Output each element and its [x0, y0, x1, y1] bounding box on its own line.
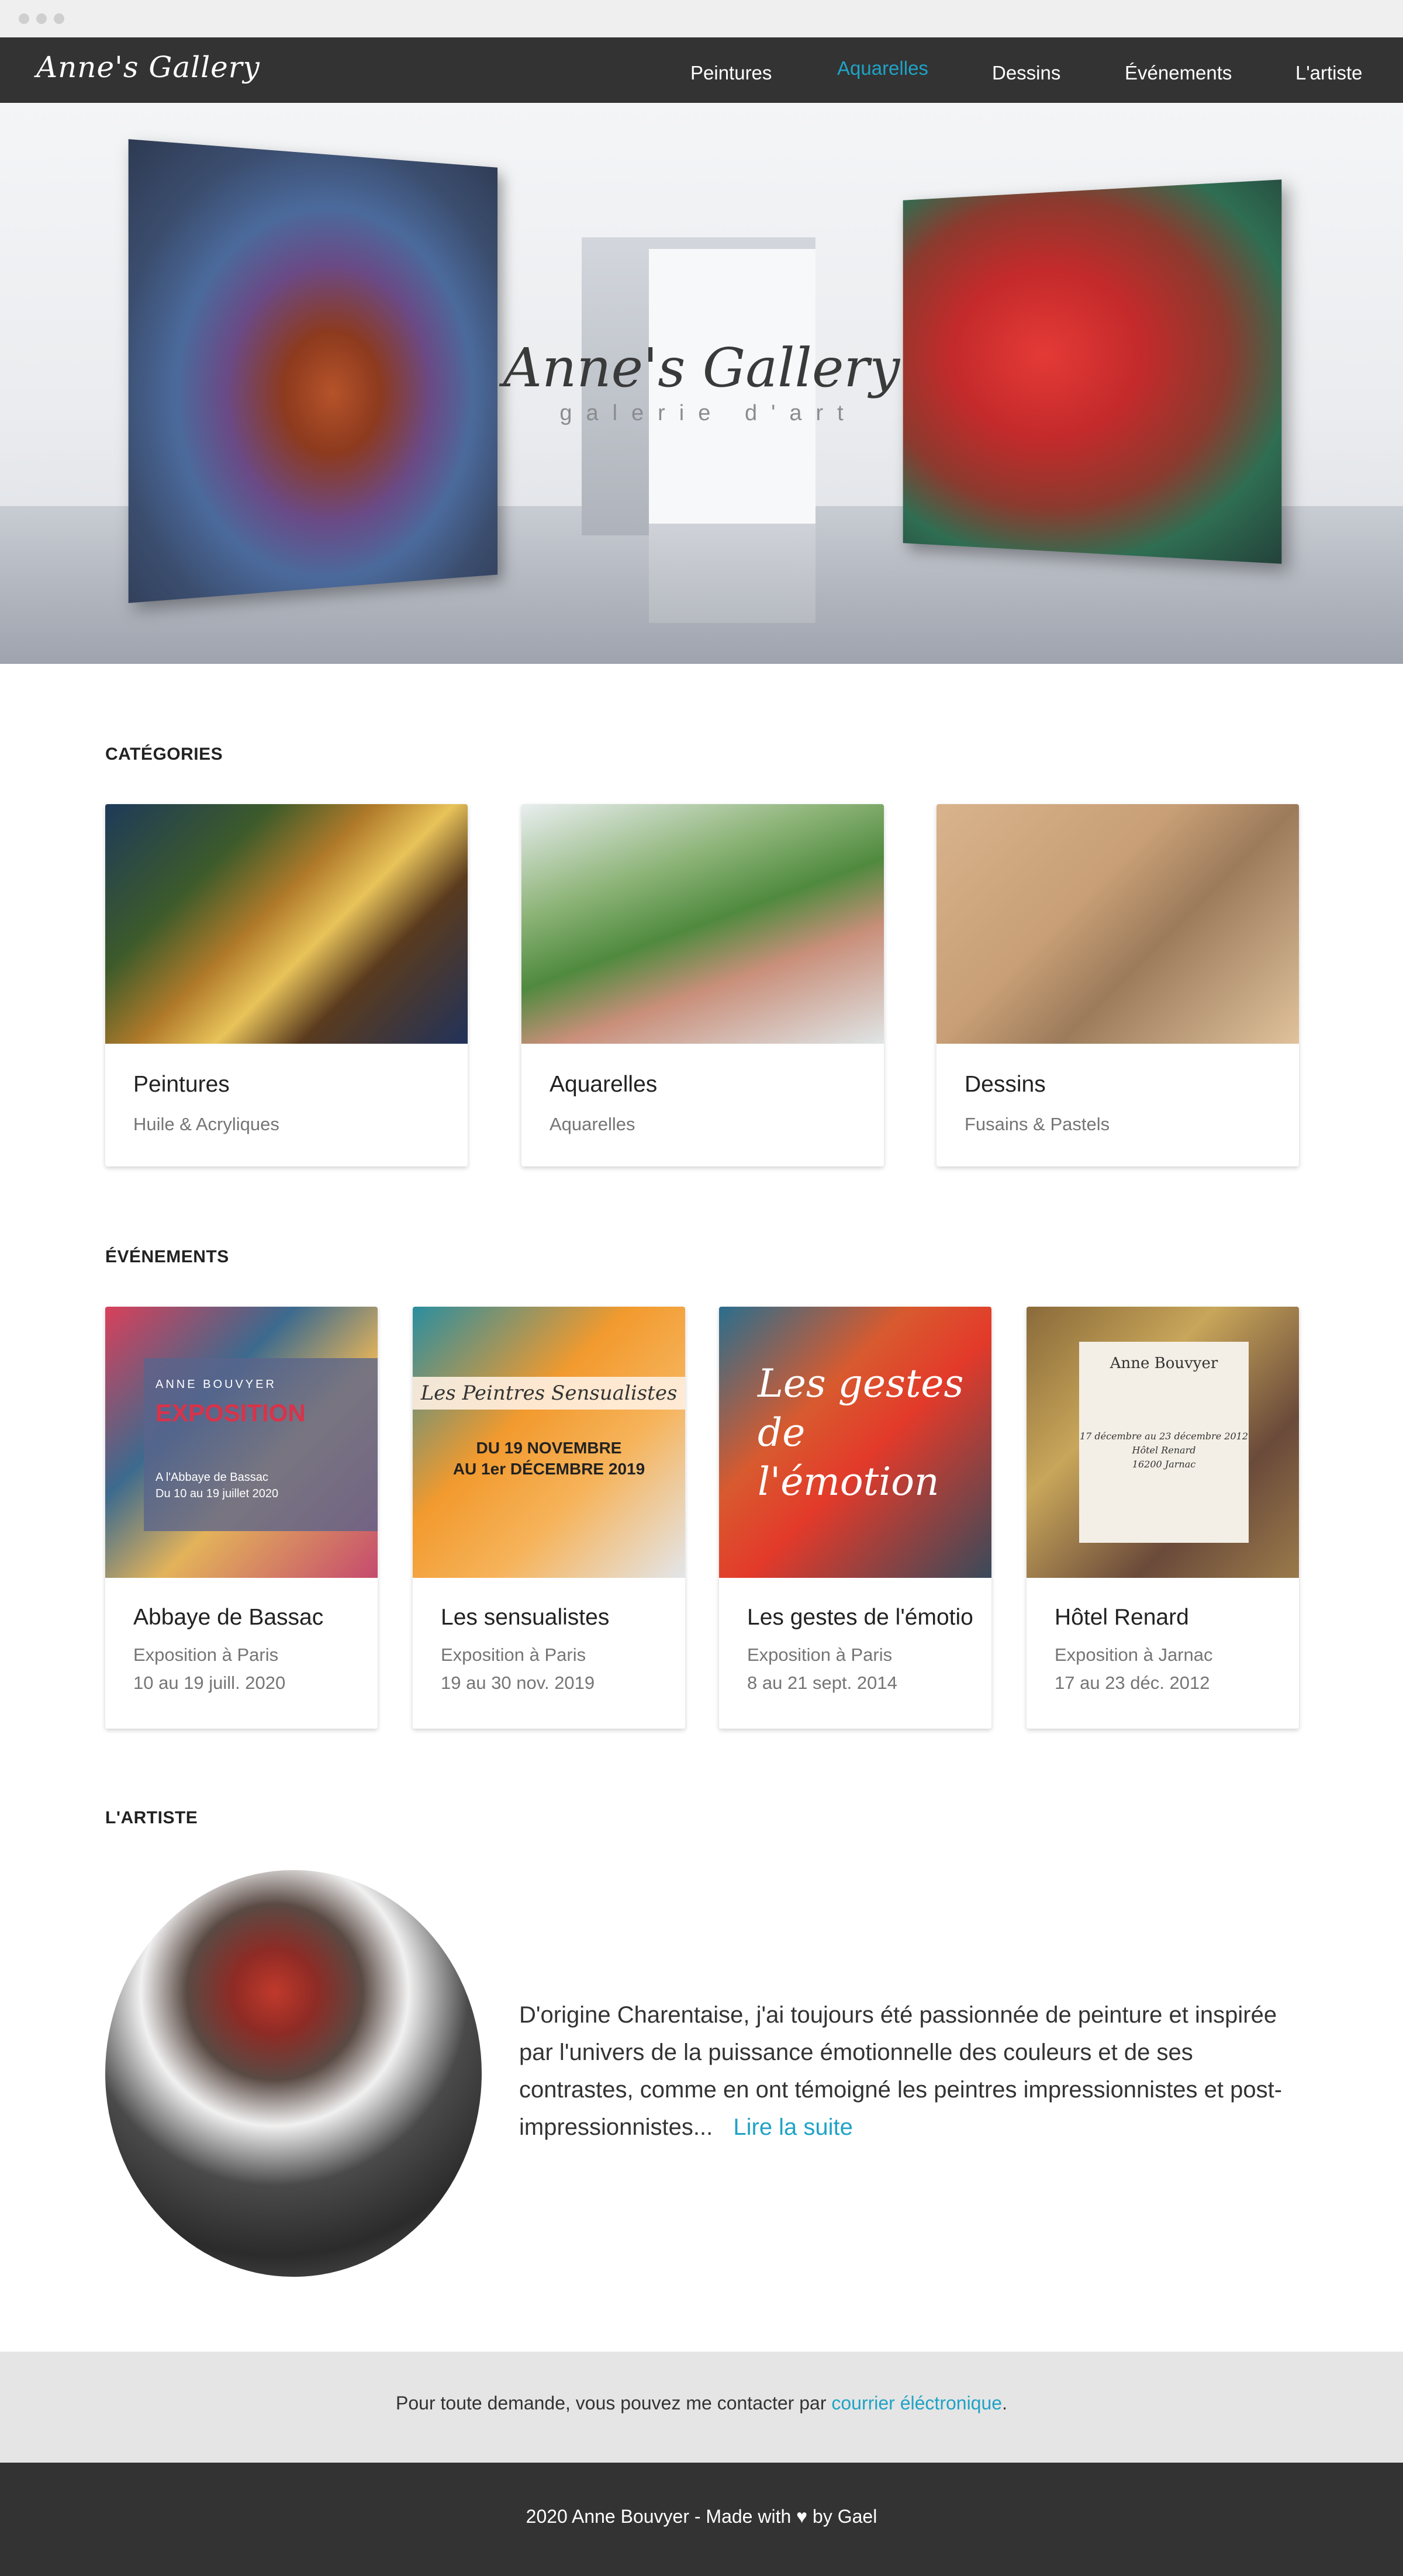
poster-headline: Les Peintres Sensualistes [413, 1377, 685, 1410]
nav-item-peintures[interactable]: Peintures [690, 62, 772, 84]
artist-bio: D'origine Charentaise, j'ai toujours été… [519, 1996, 1302, 2146]
category-title: Aquarelles [550, 1072, 658, 1097]
event-card-gestes[interactable]: Les gestes de l'émotion Les gestes de l'… [719, 1307, 991, 1729]
event-poster-overlay: ANNE BOUVYER EXPOSITION A l'Abbaye de Ba… [144, 1358, 378, 1531]
event-poster-overlay: Anne Bouvyer 17 décembre au 23 décembre … [1079, 1342, 1249, 1543]
artist-bio-text: D'origine Charentaise, j'ai toujours été… [519, 2002, 1283, 2140]
event-card-bassac[interactable]: ANNE BOUVYER EXPOSITION A l'Abbaye de Ba… [105, 1307, 378, 1729]
browser-chrome [0, 0, 1403, 37]
events-heading: ÉVÉNEMENTS [105, 1247, 229, 1266]
nav-item-evenements[interactable]: Événements [1125, 62, 1232, 84]
event-place: Exposition à Paris [441, 1644, 586, 1665]
event-title: Hôtel Renard [1055, 1605, 1189, 1630]
category-subtitle: Huile & Acryliques [133, 1114, 279, 1134]
poster-artist: Anne Bouvyer [1110, 1355, 1218, 1372]
main-nav: Anne's Gallery Peintures Aquarelles Dess… [0, 37, 1403, 103]
poster-headline: EXPOSITION [155, 1399, 306, 1427]
event-title: Les sensualistes [441, 1605, 610, 1630]
event-place: Exposition à Paris [747, 1644, 893, 1665]
event-poster-sensualistes: Les Peintres Sensualistes DU 19 NOVEMBRE… [413, 1307, 685, 1578]
event-dates: 17 au 23 déc. 2012 [1055, 1673, 1210, 1693]
event-title: Abbaye de Bassac [133, 1605, 324, 1630]
window-close-dot[interactable] [19, 13, 29, 24]
contact-text: Pour toute demande, vous pouvez me conta… [0, 2393, 1403, 2414]
footer-copyright: 2020 Anne Bouvyer - Made with ♥ by Gael [526, 2506, 877, 2527]
site-footer: 2020 Anne Bouvyer - Made with ♥ by Gael [0, 2463, 1403, 2576]
poster-headline: Les gestes de l'émotion [758, 1361, 964, 1504]
category-subtitle: Fusains & Pastels [965, 1114, 1110, 1134]
contact-text-prefix: Pour toute demande, vous pouvez me conta… [396, 2393, 832, 2414]
nav-item-aquarelles[interactable]: Aquarelles [837, 57, 928, 79]
gallery-door-shadow [649, 524, 815, 623]
category-subtitle: Aquarelles [550, 1114, 635, 1134]
event-card-renard[interactable]: Anne Bouvyer 17 décembre au 23 décembre … [1027, 1307, 1299, 1729]
contact-bar: Pour toute demande, vous pouvez me conta… [0, 2352, 1403, 2463]
contact-text-suffix: . [1002, 2393, 1007, 2414]
read-more-link[interactable]: Lire la suite [733, 2114, 853, 2140]
window-minimize-dot[interactable] [36, 13, 47, 24]
site-logo[interactable]: Anne's Gallery [36, 50, 260, 84]
event-poster-gestes: Les gestes de l'émotion [719, 1307, 991, 1578]
contact-email-link[interactable]: courrier éléctronique [831, 2393, 1002, 2414]
nav-item-artiste[interactable]: L'artiste [1295, 62, 1363, 84]
category-image-aquarelles [521, 804, 884, 1044]
event-place: Exposition à Jarnac [1055, 1644, 1213, 1665]
category-image-peintures [105, 804, 468, 1044]
hero-title: Anne's Gallery [503, 337, 900, 399]
category-card-peintures[interactable]: Peintures Huile & Acryliques [105, 804, 468, 1166]
poster-details: DU 19 NOVEMBRE AU 1er DÉCEMBRE 2019 [452, 1439, 645, 1478]
poster-details: 17 décembre au 23 décembre 2012 Hôtel Re… [1079, 1431, 1249, 1470]
category-image-dessins [937, 804, 1299, 1044]
nav-item-dessins[interactable]: Dessins [992, 62, 1060, 84]
artist-photo [105, 1870, 482, 2277]
event-dates: 19 au 30 nov. 2019 [441, 1673, 595, 1693]
category-card-dessins[interactable]: Dessins Fusains & Pastels [937, 804, 1299, 1166]
event-title: Les gestes de l'émotio [747, 1605, 973, 1630]
category-title: Peintures [133, 1072, 230, 1097]
event-place: Exposition à Paris [133, 1644, 279, 1665]
window-maximize-dot[interactable] [54, 13, 64, 24]
hero-banner: Anne's Gallery galerie d'art [0, 103, 1403, 664]
poster-details: A l'Abbaye de Bassac Du 10 au 19 juillet… [155, 1471, 279, 1500]
hero-subtitle: galerie d'art [559, 401, 858, 425]
event-poster-bassac: ANNE BOUVYER EXPOSITION A l'Abbaye de Ba… [105, 1307, 378, 1578]
event-poster-renard: Anne Bouvyer 17 décembre au 23 décembre … [1027, 1307, 1299, 1578]
category-title: Dessins [965, 1072, 1046, 1097]
category-card-aquarelles[interactable]: Aquarelles Aquarelles [521, 804, 884, 1166]
artist-heading: L'ARTISTE [105, 1808, 198, 1827]
event-dates: 10 au 19 juill. 2020 [133, 1673, 286, 1693]
event-dates: 8 au 21 sept. 2014 [747, 1673, 897, 1693]
categories-heading: CATÉGORIES [105, 745, 223, 764]
poster-artist: ANNE BOUVYER [155, 1378, 277, 1391]
event-card-sensualistes[interactable]: Les Peintres Sensualistes DU 19 NOVEMBRE… [413, 1307, 685, 1729]
